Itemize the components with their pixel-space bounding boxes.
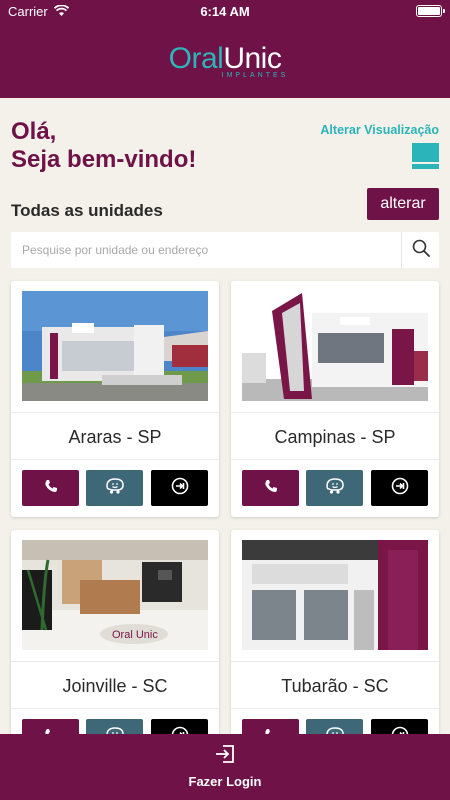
status-bar: Carrier 6:14 AM bbox=[0, 0, 450, 22]
change-view-link[interactable]: Alterar Visualização bbox=[320, 123, 439, 137]
route-button[interactable] bbox=[371, 470, 428, 506]
section-title: Todas as unidades bbox=[11, 201, 163, 220]
greeting-line-1: Olá, bbox=[11, 118, 57, 145]
route-icon bbox=[171, 477, 189, 500]
unit-card[interactable]: Oral Unic Joinville - SC bbox=[11, 530, 219, 766]
waze-icon bbox=[105, 477, 125, 500]
change-unit-button[interactable]: alterar bbox=[367, 188, 439, 220]
login-icon[interactable] bbox=[214, 744, 236, 764]
unit-name: Joinville - SC bbox=[62, 676, 168, 696]
login-label[interactable]: Fazer Login bbox=[0, 774, 450, 789]
unit-photo bbox=[242, 291, 428, 401]
unit-name: Araras - SP bbox=[68, 427, 162, 447]
search-button[interactable] bbox=[402, 232, 439, 268]
unit-name: Tubarão - SC bbox=[281, 676, 389, 696]
app-header: Carrier 6:14 AM OralUnic IMPLANTES bbox=[0, 0, 450, 98]
unit-card[interactable]: Araras - SP bbox=[11, 281, 219, 517]
svg-text:Oral Unic: Oral Unic bbox=[112, 629, 158, 641]
search-bar bbox=[11, 232, 439, 268]
search-icon bbox=[412, 239, 430, 262]
brand-logo: OralUnic IMPLANTES bbox=[168, 42, 289, 80]
unit-photo bbox=[242, 540, 428, 650]
greeting-line-2: Seja bem-vindo! bbox=[11, 146, 197, 173]
unit-name: Campinas - SP bbox=[274, 427, 396, 447]
unit-photo bbox=[22, 291, 208, 401]
route-button[interactable] bbox=[151, 470, 208, 506]
layout-view-icon[interactable] bbox=[412, 143, 439, 169]
phone-icon bbox=[44, 479, 58, 498]
route-icon bbox=[391, 477, 409, 500]
phone-icon bbox=[264, 479, 278, 498]
unit-card[interactable]: Campinas - SP bbox=[231, 281, 439, 517]
call-button[interactable] bbox=[22, 470, 79, 506]
waze-button[interactable] bbox=[86, 470, 143, 506]
waze-icon bbox=[325, 477, 345, 500]
status-time: 6:14 AM bbox=[200, 4, 250, 19]
unit-card[interactable]: Tubarão - SC bbox=[231, 530, 439, 766]
call-button[interactable] bbox=[242, 470, 299, 506]
welcome-greeting: Olá, Seja bem-vindo! bbox=[11, 118, 196, 174]
waze-button[interactable] bbox=[306, 470, 363, 506]
battery-icon bbox=[416, 5, 445, 17]
search-input[interactable] bbox=[11, 232, 401, 268]
unit-photo: Oral Unic bbox=[22, 540, 208, 650]
